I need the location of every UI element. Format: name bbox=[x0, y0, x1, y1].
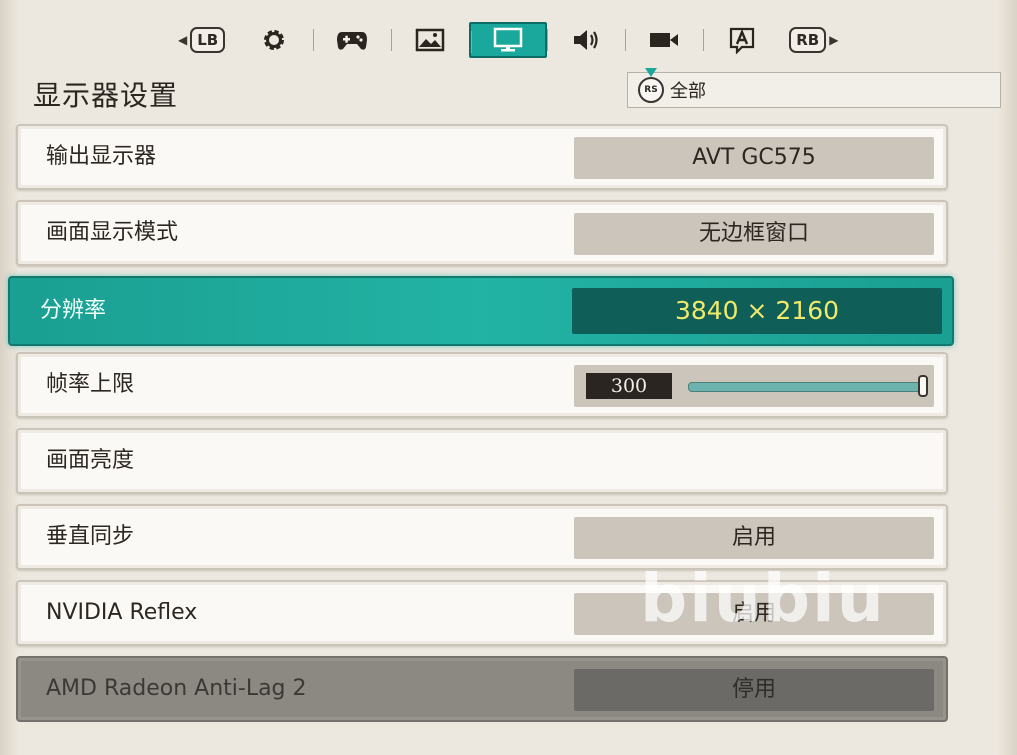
rb-button[interactable]: RB bbox=[789, 27, 827, 53]
page-title: 显示器设置 bbox=[33, 79, 179, 112]
setting-resolution[interactable]: 分辨率 3840 × 2160 bbox=[8, 276, 954, 346]
setting-label: 分辨率 bbox=[40, 298, 107, 323]
setting-label: 输出显示器 bbox=[46, 144, 157, 169]
setting-label: 帧率上限 bbox=[46, 372, 135, 397]
tab-language[interactable] bbox=[703, 22, 781, 58]
setting-label: 画面亮度 bbox=[46, 448, 135, 473]
text-a-icon bbox=[730, 27, 755, 54]
setting-display-mode[interactable]: 画面显示模式 无边框窗口 bbox=[16, 200, 948, 266]
tab-controls[interactable] bbox=[313, 22, 391, 58]
lb-button[interactable]: LB bbox=[190, 27, 226, 53]
left-arrow-icon: ◀ bbox=[178, 33, 188, 47]
setting-frame-rate-limit[interactable]: 帧率上限 300 bbox=[16, 352, 948, 418]
setting-nvidia-reflex[interactable]: NVIDIA Reflex 启用 bbox=[16, 580, 948, 646]
setting-label: NVIDIA Reflex bbox=[46, 600, 198, 625]
setting-value[interactable]: AVT GC575 bbox=[574, 137, 934, 179]
setting-label: AMD Radeon Anti-Lag 2 bbox=[46, 676, 307, 701]
tab-camera[interactable] bbox=[625, 22, 703, 58]
right-arrow-icon: ▶ bbox=[829, 33, 839, 47]
tab-display[interactable] bbox=[469, 22, 548, 58]
setting-value[interactable]: 无边框窗口 bbox=[574, 213, 934, 255]
setting-value[interactable]: 启用 bbox=[574, 517, 934, 559]
monitor-icon bbox=[493, 27, 523, 52]
category-filter[interactable]: RS 全部 bbox=[627, 68, 1001, 108]
gamepad-icon bbox=[337, 32, 368, 50]
slider-value: 300 bbox=[586, 373, 672, 399]
setting-output-display[interactable]: 输出显示器 AVT GC575 bbox=[16, 124, 948, 190]
rs-button-icon: RS bbox=[638, 68, 664, 103]
slider-track[interactable] bbox=[688, 382, 926, 392]
image-icon bbox=[415, 28, 445, 52]
tab-general[interactable] bbox=[235, 22, 313, 58]
down-arrow-icon bbox=[645, 68, 657, 77]
settings-tab-bar: ◀ LB RB ▶ bbox=[175, 20, 841, 60]
setting-value[interactable]: 启用 bbox=[574, 593, 934, 635]
speaker-icon bbox=[574, 30, 598, 50]
gear-icon bbox=[264, 30, 285, 50]
filter-label: 全部 bbox=[670, 81, 706, 102]
setting-brightness[interactable]: 画面亮度 bbox=[16, 428, 948, 494]
frame-rate-slider[interactable]: 300 bbox=[574, 365, 934, 407]
right-frame-border bbox=[999, 0, 1017, 755]
setting-label: 画面显示模式 bbox=[46, 220, 179, 245]
camera-icon bbox=[650, 33, 679, 47]
tab-graphics[interactable] bbox=[391, 22, 469, 58]
setting-value: 停用 bbox=[574, 669, 934, 711]
setting-vsync[interactable]: 垂直同步 启用 bbox=[16, 504, 948, 570]
setting-value[interactable]: 3840 × 2160 bbox=[572, 288, 942, 334]
setting-label: 垂直同步 bbox=[46, 524, 135, 549]
slider-thumb[interactable] bbox=[918, 375, 928, 397]
rs-button-label: RS bbox=[644, 85, 658, 95]
setting-amd-anti-lag: AMD Radeon Anti-Lag 2 停用 bbox=[16, 656, 948, 722]
tab-audio[interactable] bbox=[547, 22, 625, 58]
